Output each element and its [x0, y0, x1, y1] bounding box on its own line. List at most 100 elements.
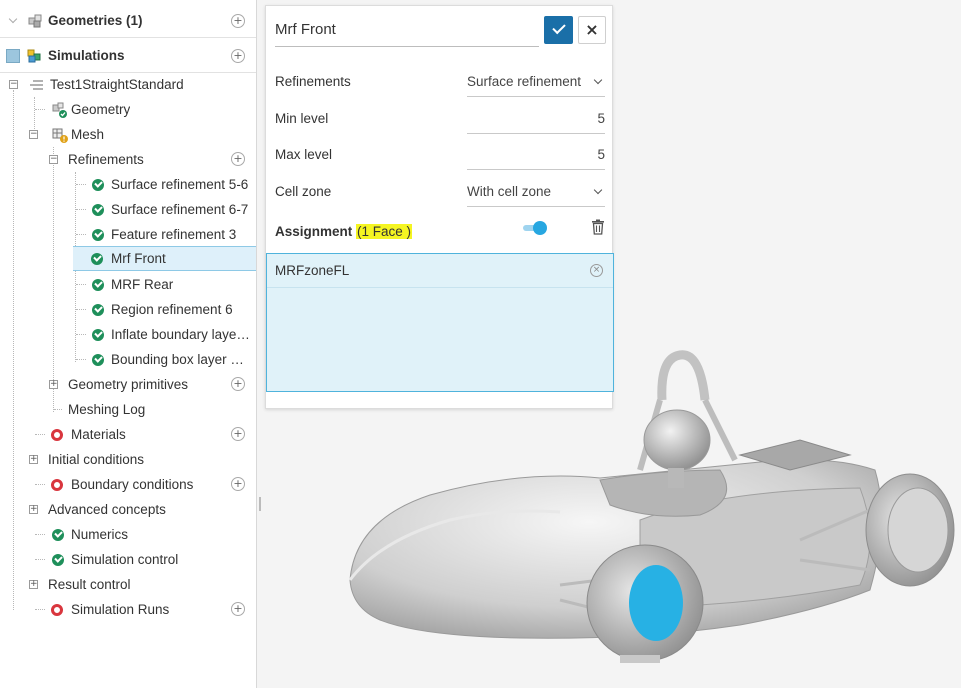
collapse-toggle[interactable]: − — [29, 130, 38, 139]
add-refinement-button[interactable]: + — [231, 152, 245, 166]
tree-label: Bounding box layer ad... — [111, 352, 251, 367]
tree-refinement-item[interactable]: MRF Rear — [0, 272, 256, 297]
tree-refinement-item[interactable]: Surface refinement 5-6 — [0, 172, 256, 197]
check-icon — [92, 354, 104, 366]
min-level-input[interactable]: 5 — [467, 104, 605, 134]
tree-label: Numerics — [71, 527, 129, 542]
tree-refinement-item[interactable]: Feature refinement 3 — [0, 222, 256, 247]
tree-refinement-item[interactable]: Bounding box layer ad... — [0, 347, 256, 372]
tree-geometry-primitives[interactable]: + Geometry primitives + — [0, 372, 256, 397]
tree-label: Result control — [48, 577, 131, 592]
collapse-icon[interactable] — [6, 49, 20, 63]
tree-refinement-item[interactable]: Region refinement 6 — [0, 297, 256, 322]
assignment-list[interactable]: MRFzoneFL × — [266, 253, 614, 392]
error-icon — [51, 429, 63, 441]
check-icon — [92, 279, 104, 291]
tree-simulation-runs[interactable]: Simulation Runs + — [0, 597, 256, 622]
simulation-setup-icon — [30, 80, 43, 90]
tree-refinement-item[interactable]: Surface refinement 6-7 — [0, 197, 256, 222]
refinement-name-input[interactable]: Mrf Front — [275, 15, 539, 47]
assigned-entity[interactable]: MRFzoneFL × — [267, 254, 613, 288]
error-icon — [51, 479, 63, 491]
tree-label: Refinements — [68, 152, 144, 167]
expand-toggle[interactable]: + — [29, 580, 38, 589]
refinement-type-select[interactable]: Surface refinement — [467, 67, 605, 97]
chevron-down-icon — [593, 75, 603, 85]
tree-label: Geometries (1) — [48, 13, 143, 28]
cell-zone-value: With cell zone — [467, 184, 552, 199]
tree-advanced-concepts[interactable]: + Advanced concepts — [0, 497, 256, 522]
remove-icon[interactable]: × — [590, 264, 603, 277]
tree-refinements[interactable]: − Refinements + — [0, 147, 256, 172]
add-primitive-button[interactable]: + — [231, 377, 245, 391]
tree-connector — [54, 409, 62, 410]
tree-geometries[interactable]: Geometries (1) + — [0, 4, 256, 38]
tree-connector — [35, 109, 45, 110]
tree-label: Region refinement 6 — [111, 302, 233, 317]
tree-connector — [76, 209, 86, 210]
tree-label: Initial conditions — [48, 452, 145, 467]
tree-geometry[interactable]: Geometry — [0, 97, 256, 122]
max-level-input[interactable]: 5 — [467, 140, 605, 170]
check-icon — [92, 229, 104, 241]
expand-toggle[interactable]: + — [29, 455, 38, 464]
simulation-tree: Geometries (1) + Simulations + − Test1St… — [0, 0, 257, 688]
tree-simulation-control[interactable]: Simulation control — [0, 547, 256, 572]
tree-numerics[interactable]: Numerics — [0, 522, 256, 547]
tree-materials[interactable]: Materials + — [0, 422, 256, 447]
tree-result-control[interactable]: + Result control — [0, 572, 256, 597]
tree-connector — [76, 284, 86, 285]
selected-face-mrfzonefl[interactable] — [629, 565, 683, 641]
tree-connector — [76, 234, 86, 235]
geometries-icon — [28, 14, 42, 28]
assignment-count: (1 Face ) — [356, 224, 413, 239]
tree-boundary-conditions[interactable]: Boundary conditions + — [0, 472, 256, 497]
add-geometry-button[interactable]: + — [231, 14, 245, 28]
tree-label: Inflate boundary layer... — [111, 327, 251, 342]
tree-mesh[interactable]: − Mesh — [0, 122, 256, 147]
refinements-label: Refinements — [275, 74, 351, 89]
tree-connector — [76, 359, 86, 360]
tree-simulation-test1[interactable]: − Test1StraightStandard — [0, 72, 256, 97]
chevron-down-icon — [593, 185, 603, 195]
check-icon — [52, 554, 64, 566]
check-icon — [52, 529, 64, 541]
add-material-button[interactable]: + — [231, 427, 245, 441]
tree-label: Simulation control — [71, 552, 179, 567]
refinement-type-value: Surface refinement — [467, 74, 582, 89]
tree-meshing-log[interactable]: Meshing Log — [0, 397, 256, 422]
tree-initial-conditions[interactable]: + Initial conditions — [0, 447, 256, 472]
tree-label: Surface refinement 6-7 — [111, 202, 249, 217]
confirm-button[interactable] — [544, 16, 573, 44]
expand-toggle[interactable]: + — [29, 505, 38, 514]
tree-connector — [35, 559, 45, 560]
tree-label: Materials — [71, 427, 126, 442]
collapse-toggle[interactable]: − — [49, 155, 58, 164]
trash-icon[interactable] — [591, 219, 605, 235]
tree-label: Mesh — [71, 127, 105, 142]
tree-label: Surface refinement 5-6 — [111, 177, 249, 192]
check-icon — [92, 179, 104, 191]
tree-refinement-item[interactable]: Inflate boundary layer... — [0, 322, 256, 347]
cell-zone-select[interactable]: With cell zone — [467, 177, 605, 207]
add-simulation-run-button[interactable]: + — [231, 602, 245, 616]
add-simulation-button[interactable]: + — [231, 49, 245, 63]
tree-connector — [76, 309, 86, 310]
expand-toggle[interactable]: + — [49, 380, 58, 389]
tree-connector — [35, 609, 45, 610]
tree-connector — [76, 184, 86, 185]
tree-simulations[interactable]: Simulations + — [0, 39, 256, 73]
geometry-ok-icon — [52, 102, 67, 118]
max-level-label: Max level — [275, 147, 333, 162]
check-icon — [92, 304, 104, 316]
tree-label: Geometry — [71, 102, 131, 117]
assignment-toggle[interactable] — [522, 220, 548, 236]
close-button[interactable]: × — [578, 16, 606, 44]
toggle-knob — [533, 221, 547, 235]
tree-connector — [76, 334, 86, 335]
collapse-toggle[interactable]: − — [9, 80, 18, 89]
tree-refinement-item-selected[interactable]: Mrf Front — [73, 246, 256, 271]
chevron-down-icon[interactable] — [8, 14, 18, 24]
tree-label: Simulation Runs — [71, 602, 170, 617]
add-boundary-condition-button[interactable]: + — [231, 477, 245, 491]
